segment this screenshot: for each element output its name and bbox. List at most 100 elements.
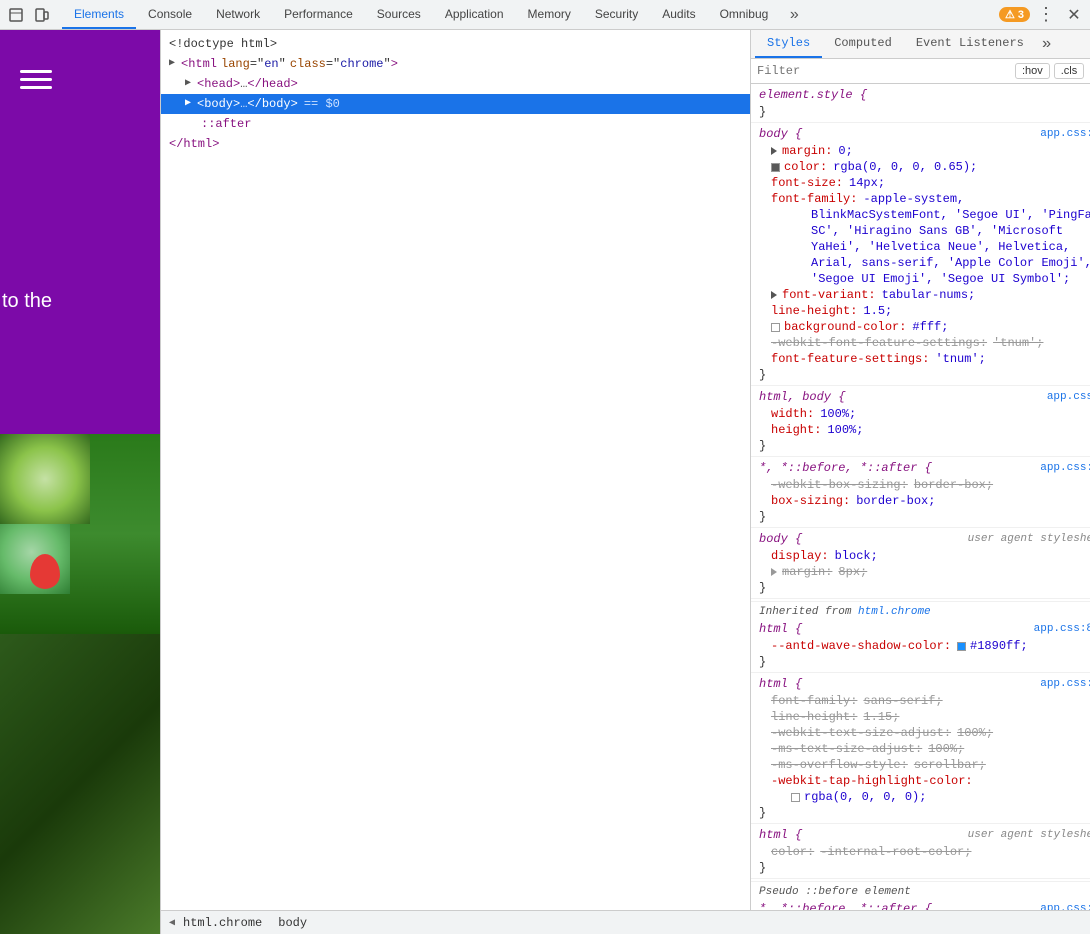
element-style-rule: element.style { } [751, 86, 1090, 123]
device-mode-button[interactable] [30, 3, 54, 27]
body-selector-line: body { app.css:45 [751, 125, 1090, 143]
body-ua-display-prop: display: block; [751, 548, 1090, 564]
kiwi-image [0, 434, 160, 934]
tab-security[interactable]: Security [583, 0, 650, 29]
tab-elements[interactable]: Elements [62, 0, 136, 29]
tab-omnibug[interactable]: Omnibug [708, 0, 781, 29]
filter-input[interactable] [757, 64, 1009, 78]
tab-event-listeners[interactable]: Event Listeners [904, 30, 1036, 58]
body-font-size-prop: font-size: 14px; [751, 175, 1090, 191]
html-tap-color-val: rgba(0, 0, 0, 0); [751, 789, 1090, 805]
html-883-rule-block: html { app.css:883 --antd-wave-shadow-co… [751, 620, 1090, 673]
body-ua-rule-block: body { user agent stylesheet display: bl… [751, 530, 1090, 599]
hamburger-line-2 [20, 78, 52, 81]
pseudo-after: ::after [201, 115, 251, 133]
tap-color-swatch[interactable] [791, 793, 800, 802]
html-wave-shadow-prop: --antd-wave-shadow-color: #1890ff; [751, 638, 1090, 654]
html-ua-selector-line: html { user agent stylesheet [751, 826, 1090, 844]
breadcrumb-arrow-left[interactable]: ◀ [169, 917, 175, 929]
main-area: to the <!doctype html> ▶ <html lang="en"… [0, 30, 1090, 934]
body-font-feature-prop: font-feature-settings: 'tnum'; [751, 351, 1090, 367]
pseudo-before-source-link[interactable]: app.css:17 [1040, 903, 1090, 910]
dom-body-line[interactable]: ▶ <body> … </body> == $0 [161, 94, 750, 114]
hov-filter-button[interactable]: :hov [1015, 63, 1050, 79]
more-panel-tabs-button[interactable]: » [1036, 30, 1058, 58]
tab-styles[interactable]: Styles [755, 30, 822, 58]
dom-tree[interactable]: <!doctype html> ▶ <html lang="en" class=… [161, 30, 751, 910]
warning-badge[interactable]: ⚠ 3 [999, 7, 1030, 22]
html-body-width-prop: width: 100%; [751, 406, 1090, 422]
breadcrumb-body[interactable]: body [274, 915, 311, 931]
inherited-source-link[interactable]: html.chrome [858, 606, 931, 618]
dom-after-line[interactable]: ::after [161, 114, 750, 134]
inspect-element-button[interactable] [4, 3, 28, 27]
kiwi-fruit-1 [0, 434, 90, 524]
body-source-link[interactable]: app.css:45 [1040, 128, 1090, 140]
universal-source-link[interactable]: app.css:17 [1040, 462, 1090, 474]
body-bg-color-prop: background-color: #fff; [751, 319, 1090, 335]
html-body-rule-block: html, body { app.css:7 width: 100%; heig… [751, 388, 1090, 457]
body-font-family-cont5: 'Segoe UI Emoji', 'Segoe UI Symbol'; [751, 271, 1090, 287]
hamburger-line-1 [20, 70, 52, 73]
tab-network[interactable]: Network [204, 0, 272, 29]
dom-selected-marker: == $0 [304, 95, 340, 113]
devtools-panel: <!doctype html> ▶ <html lang="en" class=… [160, 30, 1090, 934]
html-ua-color-prop: color: -internal-root-color; [751, 844, 1090, 860]
hamburger-icon [20, 70, 52, 89]
body-font-variant-prop: font-variant: tabular-nums; [751, 287, 1090, 303]
dom-html-close-line[interactable]: </html> [161, 134, 750, 154]
html-21-source-link[interactable]: app.css:21 [1040, 678, 1090, 690]
tab-console[interactable]: Console [136, 0, 204, 29]
close-devtools-button[interactable]: ✕ [1062, 5, 1086, 25]
html-webkit-text-size-prop: -webkit-text-size-adjust: 100%; [751, 725, 1090, 741]
leaf-area [0, 634, 160, 934]
html-body-selector-line: html, body { app.css:7 [751, 388, 1090, 406]
filter-buttons: :hov .cls [1015, 63, 1084, 79]
body-webkit-font-feature-prop: -webkit-font-feature-settings: 'tnum'; [751, 335, 1090, 351]
hamburger-line-3 [20, 86, 52, 89]
collapse-html-arrow[interactable]: ▶ [169, 55, 181, 73]
collapse-body-arrow[interactable]: ▶ [185, 95, 197, 113]
collapse-head-arrow[interactable]: ▶ [185, 75, 197, 93]
breadcrumb-html[interactable]: html.chrome [179, 915, 266, 931]
bg-color-swatch[interactable] [771, 323, 780, 332]
toolbar-right: ⚠ 3 ⋮ ✕ [999, 4, 1086, 25]
universal-box-sizing-prop: box-sizing: border-box; [751, 493, 1090, 509]
html-body-source-link[interactable]: app.css:7 [1047, 391, 1090, 403]
doctype-text: <!doctype html> [169, 35, 277, 53]
font-variant-arrow[interactable] [771, 291, 777, 299]
dom-head-line[interactable]: ▶ <head> … </head> [161, 74, 750, 94]
tab-application[interactable]: Application [433, 0, 516, 29]
element-style-selector: element.style { [751, 86, 1090, 104]
tab-computed[interactable]: Computed [822, 30, 904, 58]
wave-shadow-swatch[interactable] [957, 642, 966, 651]
more-tabs-button[interactable]: » [780, 1, 808, 29]
more-options-button[interactable]: ⋮ [1034, 4, 1058, 25]
color-swatch[interactable] [771, 163, 780, 172]
pseudo-before-selector-line: *, *::before, *::after { app.css:17 [751, 900, 1090, 910]
devtools-toolbar: Elements Console Network Performance Sou… [0, 0, 1090, 30]
css-rules: element.style { } body { app.css:45 marg… [751, 84, 1090, 910]
html-ua-rule-block: html { user agent stylesheet color: -int… [751, 826, 1090, 879]
styles-panel[interactable]: Styles Computed Event Listeners » :hov [751, 30, 1090, 910]
tab-sources[interactable]: Sources [365, 0, 433, 29]
body-ua-margin-prop: margin: 8px; [751, 564, 1090, 580]
tab-memory[interactable]: Memory [516, 0, 583, 29]
dom-html-line[interactable]: ▶ <html lang="en" class="chrome" > [161, 54, 750, 74]
webpage-preview: to the [0, 30, 160, 934]
margin-arrow[interactable] [771, 147, 777, 155]
dom-doctype-line[interactable]: <!doctype html> [161, 34, 750, 54]
html-21-selector-line: html { app.css:21 [751, 675, 1090, 693]
pseudo-before-element-label: Pseudo ::before element [751, 881, 1090, 900]
universal-webkit-box-sizing-prop: -webkit-box-sizing: border-box; [751, 477, 1090, 493]
pseudo-before-rule-block: *, *::before, *::after { app.css:17 -web… [751, 900, 1090, 910]
tab-performance[interactable]: Performance [272, 0, 365, 29]
html-883-source-link[interactable]: app.css:883 [1034, 623, 1090, 635]
ua-margin-arrow[interactable] [771, 568, 777, 576]
html-ua-label: user agent stylesheet [968, 829, 1090, 841]
body-ua-selector-line: body { user agent stylesheet [751, 530, 1090, 548]
cls-filter-button[interactable]: .cls [1054, 63, 1085, 79]
universal-selector-line: *, *::before, *::after { app.css:17 [751, 459, 1090, 477]
tab-audits[interactable]: Audits [650, 0, 707, 29]
body-color-prop: color: rgba(0, 0, 0, 0.65); [751, 159, 1090, 175]
